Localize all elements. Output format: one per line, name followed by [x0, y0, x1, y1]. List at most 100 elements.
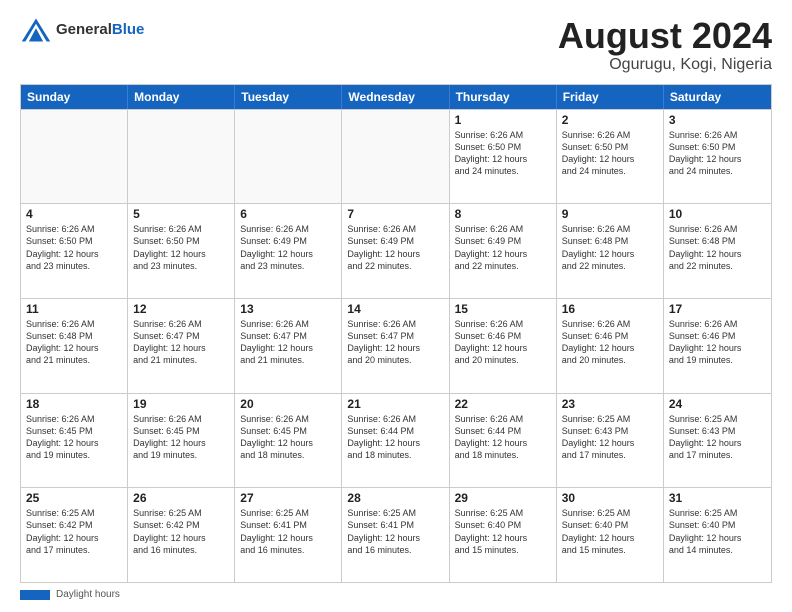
calendar-cell: 23Sunrise: 6:25 AM Sunset: 6:43 PM Dayli…: [557, 394, 664, 488]
calendar-header-cell: Thursday: [450, 85, 557, 109]
calendar-cell: 16Sunrise: 6:26 AM Sunset: 6:46 PM Dayli…: [557, 299, 664, 393]
day-info: Sunrise: 6:26 AM Sunset: 6:49 PM Dayligh…: [240, 223, 336, 272]
day-number: 8: [455, 207, 551, 221]
day-number: 24: [669, 397, 766, 411]
day-number: 1: [455, 113, 551, 127]
calendar-cell: [235, 110, 342, 204]
calendar-header-cell: Wednesday: [342, 85, 449, 109]
logo-text: GeneralBlue: [56, 22, 144, 39]
calendar-cell: 25 Sunrise: 6:25 AM Sunset: 6:42 PM Dayli…: [21, 488, 128, 582]
day-number: 3: [669, 113, 766, 127]
header: GeneralBlue August 2024 Ogurugu, Kogi, N…: [20, 16, 772, 74]
day-number: 27: [240, 491, 336, 505]
day-number: 5: [133, 207, 229, 221]
calendar-cell: 28Sunrise: 6:25 AM Sunset: 6:41 PM Dayli…: [342, 488, 449, 582]
calendar-cell: 1 Sunrise: 6:26 AM Sunset: 6:50 PM Daylig…: [450, 110, 557, 204]
calendar-header-row: SundayMondayTuesdayWednesdayThursdayFrid…: [21, 85, 771, 109]
logo-general: General: [56, 21, 112, 38]
calendar-cell: 7Sunrise: 6:26 AM Sunset: 6:49 PM Daylig…: [342, 204, 449, 298]
day-number: 31: [669, 491, 766, 505]
calendar-cell: [128, 110, 235, 204]
day-info: Sunrise: 6:26 AM Sunset: 6:44 PM Dayligh…: [347, 413, 443, 462]
day-number: 13: [240, 302, 336, 316]
day-number: 4: [26, 207, 122, 221]
day-info: Sunrise: 6:26 AM Sunset: 6:48 PM Dayligh…: [562, 223, 658, 272]
calendar-row: 25 Sunrise: 6:25 AM Sunset: 6:42 PM Dayli…: [21, 487, 771, 582]
calendar-row: 11 Sunrise: 6:26 AM Sunset: 6:48 PM Dayli…: [21, 298, 771, 393]
calendar-cell: 8 Sunrise: 6:26 AM Sunset: 6:49 PM Daylig…: [450, 204, 557, 298]
day-info: Sunrise: 6:25 AM Sunset: 6:40 PM Dayligh…: [669, 507, 766, 556]
day-info: Sunrise: 6:25 AM Sunset: 6:41 PM Dayligh…: [240, 507, 336, 556]
logo: GeneralBlue: [20, 16, 144, 44]
day-number: 21: [347, 397, 443, 411]
calendar-cell: 9 Sunrise: 6:26 AM Sunset: 6:48 PM Daylig…: [557, 204, 664, 298]
day-info: Sunrise: 6:26 AM Sunset: 6:47 PM Dayligh…: [347, 318, 443, 367]
day-info: Sunrise: 6:25 AM Sunset: 6:43 PM Dayligh…: [562, 413, 658, 462]
calendar-cell: 4 Sunrise: 6:26 AM Sunset: 6:50 PM Daylig…: [21, 204, 128, 298]
day-info: Sunrise: 6:26 AM Sunset: 6:48 PM Dayligh…: [26, 318, 122, 367]
day-info: Sunrise: 6:25 AM Sunset: 6:42 PM Dayligh…: [133, 507, 229, 556]
day-info: Sunrise: 6:26 AM Sunset: 6:49 PM Dayligh…: [455, 223, 551, 272]
calendar-cell: 31 Sunrise: 6:25 AM Sunset: 6:40 PM Dayli…: [664, 488, 771, 582]
day-info: Sunrise: 6:25 AM Sunset: 6:40 PM Dayligh…: [562, 507, 658, 556]
calendar-header-cell: Tuesday: [235, 85, 342, 109]
day-info: Sunrise: 6:25 AM Sunset: 6:40 PM Dayligh…: [455, 507, 551, 556]
calendar-cell: 11 Sunrise: 6:26 AM Sunset: 6:48 PM Dayli…: [21, 299, 128, 393]
calendar-cell: 29 Sunrise: 6:25 AM Sunset: 6:40 PM Dayli…: [450, 488, 557, 582]
calendar-cell: 24 Sunrise: 6:25 AM Sunset: 6:43 PM Dayli…: [664, 394, 771, 488]
day-number: 11: [26, 302, 122, 316]
day-number: 16: [562, 302, 658, 316]
daylight-bar: [20, 590, 50, 600]
calendar-cell: 10Sunrise: 6:26 AM Sunset: 6:48 PM Dayli…: [664, 204, 771, 298]
day-info: Sunrise: 6:25 AM Sunset: 6:43 PM Dayligh…: [669, 413, 766, 462]
day-info: Sunrise: 6:26 AM Sunset: 6:50 PM Dayligh…: [26, 223, 122, 272]
footer: Daylight hours: [20, 589, 772, 600]
calendar-cell: 26 Sunrise: 6:25 AM Sunset: 6:42 PM Dayli…: [128, 488, 235, 582]
calendar-location: Ogurugu, Kogi, Nigeria: [558, 56, 772, 74]
day-number: 20: [240, 397, 336, 411]
calendar-cell: 6Sunrise: 6:26 AM Sunset: 6:49 PM Daylig…: [235, 204, 342, 298]
title-block: August 2024 Ogurugu, Kogi, Nigeria: [558, 16, 772, 74]
calendar-body: 1 Sunrise: 6:26 AM Sunset: 6:50 PM Daylig…: [21, 109, 771, 582]
day-number: 19: [133, 397, 229, 411]
day-info: Sunrise: 6:26 AM Sunset: 6:47 PM Dayligh…: [133, 318, 229, 367]
calendar-title: August 2024: [558, 16, 772, 56]
footer-label: Daylight hours: [56, 589, 120, 600]
day-number: 29: [455, 491, 551, 505]
page: GeneralBlue August 2024 Ogurugu, Kogi, N…: [0, 0, 792, 612]
day-number: 25: [26, 491, 122, 505]
day-info: Sunrise: 6:26 AM Sunset: 6:46 PM Dayligh…: [455, 318, 551, 367]
day-info: Sunrise: 6:25 AM Sunset: 6:41 PM Dayligh…: [347, 507, 443, 556]
day-number: 12: [133, 302, 229, 316]
day-info: Sunrise: 6:25 AM Sunset: 6:42 PM Dayligh…: [26, 507, 122, 556]
calendar-cell: 2Sunrise: 6:26 AM Sunset: 6:50 PM Daylig…: [557, 110, 664, 204]
day-number: 9: [562, 207, 658, 221]
calendar-row: 1 Sunrise: 6:26 AM Sunset: 6:50 PM Daylig…: [21, 109, 771, 204]
calendar-cell: 30Sunrise: 6:25 AM Sunset: 6:40 PM Dayli…: [557, 488, 664, 582]
day-number: 18: [26, 397, 122, 411]
calendar-row: 4 Sunrise: 6:26 AM Sunset: 6:50 PM Daylig…: [21, 203, 771, 298]
calendar: SundayMondayTuesdayWednesdayThursdayFrid…: [20, 84, 772, 583]
day-info: Sunrise: 6:26 AM Sunset: 6:50 PM Dayligh…: [455, 129, 551, 178]
calendar-cell: [21, 110, 128, 204]
day-info: Sunrise: 6:26 AM Sunset: 6:45 PM Dayligh…: [26, 413, 122, 462]
day-info: Sunrise: 6:26 AM Sunset: 6:46 PM Dayligh…: [669, 318, 766, 367]
calendar-cell: 17 Sunrise: 6:26 AM Sunset: 6:46 PM Dayli…: [664, 299, 771, 393]
logo-blue: Blue: [112, 21, 145, 38]
day-info: Sunrise: 6:26 AM Sunset: 6:47 PM Dayligh…: [240, 318, 336, 367]
calendar-cell: 27 Sunrise: 6:25 AM Sunset: 6:41 PM Dayli…: [235, 488, 342, 582]
day-number: 17: [669, 302, 766, 316]
calendar-cell: 22Sunrise: 6:26 AM Sunset: 6:44 PM Dayli…: [450, 394, 557, 488]
calendar-header-cell: Monday: [128, 85, 235, 109]
calendar-cell: 13 Sunrise: 6:26 AM Sunset: 6:47 PM Dayli…: [235, 299, 342, 393]
calendar-cell: 12 Sunrise: 6:26 AM Sunset: 6:47 PM Dayli…: [128, 299, 235, 393]
calendar-cell: 18 Sunrise: 6:26 AM Sunset: 6:45 PM Dayli…: [21, 394, 128, 488]
calendar-header-cell: Saturday: [664, 85, 771, 109]
calendar-cell: 19Sunrise: 6:26 AM Sunset: 6:45 PM Dayli…: [128, 394, 235, 488]
day-number: 26: [133, 491, 229, 505]
day-info: Sunrise: 6:26 AM Sunset: 6:50 PM Dayligh…: [133, 223, 229, 272]
calendar-header-cell: Friday: [557, 85, 664, 109]
day-number: 22: [455, 397, 551, 411]
day-info: Sunrise: 6:26 AM Sunset: 6:48 PM Dayligh…: [669, 223, 766, 272]
day-number: 7: [347, 207, 443, 221]
